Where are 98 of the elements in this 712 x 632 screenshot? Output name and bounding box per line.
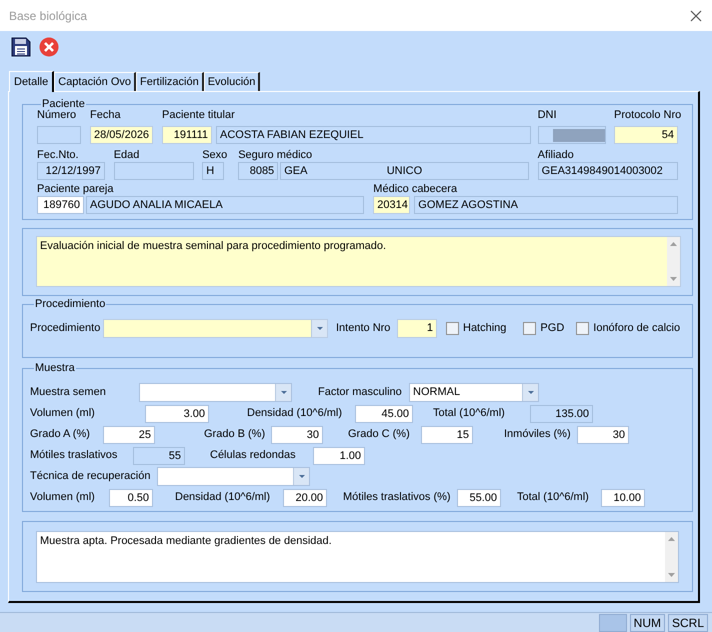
tab[interactable]: Detalle xyxy=(9,71,54,92)
input-field[interactable]: 191111 xyxy=(162,126,212,144)
status-indicator: NUM xyxy=(630,614,665,632)
dropdown-field[interactable] xyxy=(139,383,292,402)
input-field[interactable]: 45.00 xyxy=(355,404,413,422)
scroll-up-icon xyxy=(670,242,677,246)
field-label: Células redondas xyxy=(210,448,297,464)
field-label: Número xyxy=(37,109,78,122)
notes-field[interactable]: Muestra apta. Procesada mediante gradientes de densidad. xyxy=(36,531,679,583)
input-field[interactable]: 20314 xyxy=(373,196,410,214)
field-label: Total (10^6/ml) xyxy=(433,406,506,422)
input-field[interactable]: 20.00 xyxy=(283,488,327,506)
field-label: Sexo xyxy=(202,149,224,162)
checkbox[interactable] xyxy=(576,322,590,335)
dropdown-button[interactable] xyxy=(293,468,309,485)
input-field: AGUDO ANALIA MICAELA xyxy=(86,196,364,214)
group-title: Muestra xyxy=(34,362,76,375)
field-label: Fecha xyxy=(90,109,122,122)
input-field[interactable]: 1.00 xyxy=(313,446,365,464)
field-label: DNI xyxy=(538,109,558,122)
scroll-down-icon xyxy=(668,573,675,577)
input-field[interactable]: 30 xyxy=(271,426,323,444)
input-field[interactable]: 28/05/2026 xyxy=(90,126,153,144)
dropdown-button[interactable] xyxy=(275,384,291,401)
input-field[interactable]: 25 xyxy=(103,426,155,444)
tab[interactable]: Evolución xyxy=(204,72,260,91)
field-label: Total (10^6/ml) xyxy=(517,490,590,506)
input-field[interactable]: 15 xyxy=(421,426,473,444)
dropdown-field[interactable] xyxy=(157,467,310,486)
caret-icon xyxy=(528,391,534,394)
scrollbar[interactable] xyxy=(665,532,678,582)
dropdown-field[interactable] xyxy=(103,319,328,338)
field-label: Grado B (%) xyxy=(204,427,266,442)
field-label: Técnica de recuperación xyxy=(30,469,152,484)
caret-icon xyxy=(316,327,322,330)
input-field: GOMEZ AGOSTINA xyxy=(414,196,678,214)
field-label: Muestra semen xyxy=(30,385,107,400)
input-field[interactable]: 1 xyxy=(397,319,437,338)
field-label: Densidad (10^6/ml) xyxy=(247,406,344,422)
field-label: Densidad (10^6/ml) xyxy=(175,490,272,506)
tab[interactable]: Fertilización xyxy=(136,72,204,91)
scroll-up-icon xyxy=(668,537,675,541)
field-value: GEA xyxy=(284,164,308,179)
input-field: H xyxy=(202,162,224,180)
input-field[interactable]: 189760 xyxy=(37,196,84,214)
checkbox-label: Ionóforo de calcio xyxy=(593,321,680,336)
input-field[interactable]: 10.00 xyxy=(601,488,645,506)
field-label: Grado A (%) xyxy=(30,427,91,442)
input-field[interactable]: 54 xyxy=(614,126,678,144)
checkbox-label: Hatching xyxy=(463,321,506,336)
field-label: Protocolo Nro xyxy=(614,109,678,122)
checkbox[interactable] xyxy=(446,322,459,335)
notes-field[interactable]: Evaluación inicial de muestra seminal para procedimiento programado. xyxy=(36,236,681,287)
field-label: Volumen (ml) xyxy=(30,406,96,422)
checkbox[interactable] xyxy=(523,322,536,335)
caret-icon xyxy=(280,391,286,394)
dropdown-field[interactable]: NORMAL xyxy=(409,383,539,402)
field-label: Mótiles traslativos (%) xyxy=(343,490,452,506)
field-label: Fec.Nto. xyxy=(37,149,80,162)
dropdown-button[interactable] xyxy=(311,320,327,337)
field-label: Volumen (ml) xyxy=(30,490,96,506)
window-title: Base biológica xyxy=(9,8,88,24)
field-label: Intento Nro xyxy=(336,321,392,336)
field-label: Seguro médico xyxy=(238,149,314,162)
scrollbar[interactable] xyxy=(667,237,680,286)
field-label: Grado C (%) xyxy=(348,427,411,442)
cancel-button[interactable] xyxy=(39,36,59,56)
field-label: Edad xyxy=(114,149,140,162)
input-field: GEA3149849014003002 xyxy=(538,162,678,180)
scroll-down-icon xyxy=(670,277,677,281)
dropdown-button[interactable] xyxy=(522,384,538,401)
input-field: 8085 xyxy=(238,162,278,180)
tab[interactable]: Captación Ovo xyxy=(54,72,136,91)
field-label: Procedimiento xyxy=(30,321,102,336)
field-label: Médico cabecera xyxy=(373,183,458,196)
input-field[interactable]: 3.00 xyxy=(145,404,209,422)
input-field: 12/12/1997 xyxy=(37,162,105,180)
checkbox-label: PGD xyxy=(540,321,564,336)
close-icon[interactable] xyxy=(690,10,702,22)
input-field[interactable]: 30 xyxy=(577,426,629,444)
field-label: Paciente titular xyxy=(162,109,236,122)
field-label: Inmóviles (%) xyxy=(504,427,572,442)
input-field[interactable]: 0.50 xyxy=(109,488,153,506)
group-title: Paciente xyxy=(42,98,86,110)
status-indicator: SCRL xyxy=(668,614,708,632)
field-label: Factor masculino xyxy=(318,385,403,400)
input-field: 135.00 xyxy=(530,404,593,422)
field-label: Mótiles traslativos xyxy=(30,448,118,464)
input-field[interactable]: 55.00 xyxy=(457,488,501,506)
group-title: Procedimiento xyxy=(34,298,106,311)
input-field: ACOSTA FABIAN EZEQUIEL xyxy=(216,126,531,144)
field-label: Paciente pareja xyxy=(37,183,114,196)
field-label: Afiliado xyxy=(538,149,575,162)
field-value: UNICO xyxy=(386,164,422,179)
caret-icon xyxy=(298,475,304,478)
status-panel xyxy=(598,614,627,632)
save-button[interactable] xyxy=(11,36,31,56)
input-field: 55 xyxy=(133,446,185,464)
